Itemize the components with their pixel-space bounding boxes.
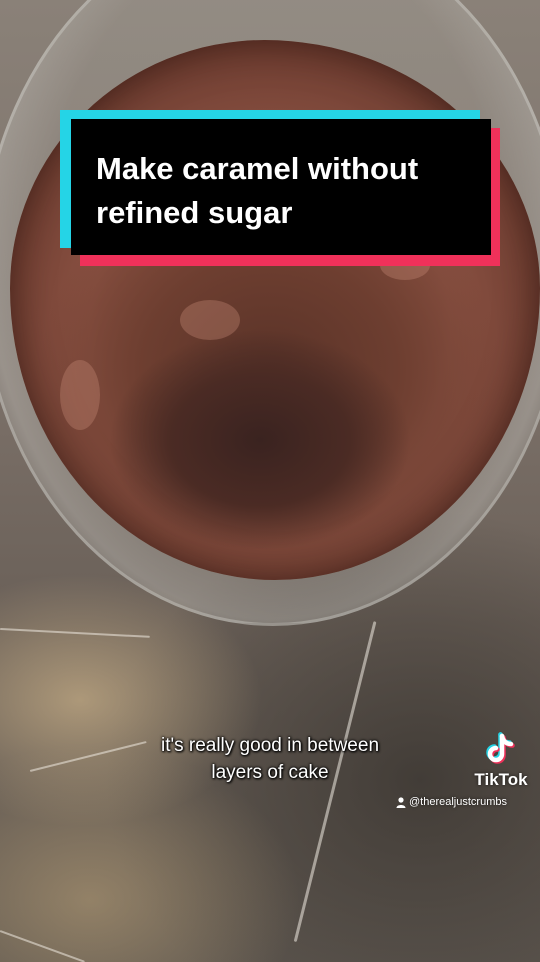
- caption-line-1: it's really good in between: [160, 735, 380, 756]
- title-card: Make caramel without refined sugar: [71, 119, 491, 255]
- video-frame[interactable]: Make caramel without refined sugar it's …: [0, 0, 540, 962]
- caramel-highlight: [60, 360, 100, 430]
- user-icon: [396, 796, 406, 808]
- marble-vein: [0, 628, 150, 638]
- caramel-highlight: [180, 300, 240, 340]
- creator-handle[interactable]: @therealjustcrumbs: [396, 796, 536, 808]
- tiktok-note-icon: [486, 732, 515, 764]
- caption-line-2: layers of cake: [211, 762, 329, 783]
- marble-vein: [0, 930, 85, 962]
- title-text: Make caramel without refined sugar: [96, 151, 419, 230]
- tiktok-brand-label: TikTok: [474, 770, 528, 789]
- creator-handle-text: @therealjustcrumbs: [409, 796, 507, 808]
